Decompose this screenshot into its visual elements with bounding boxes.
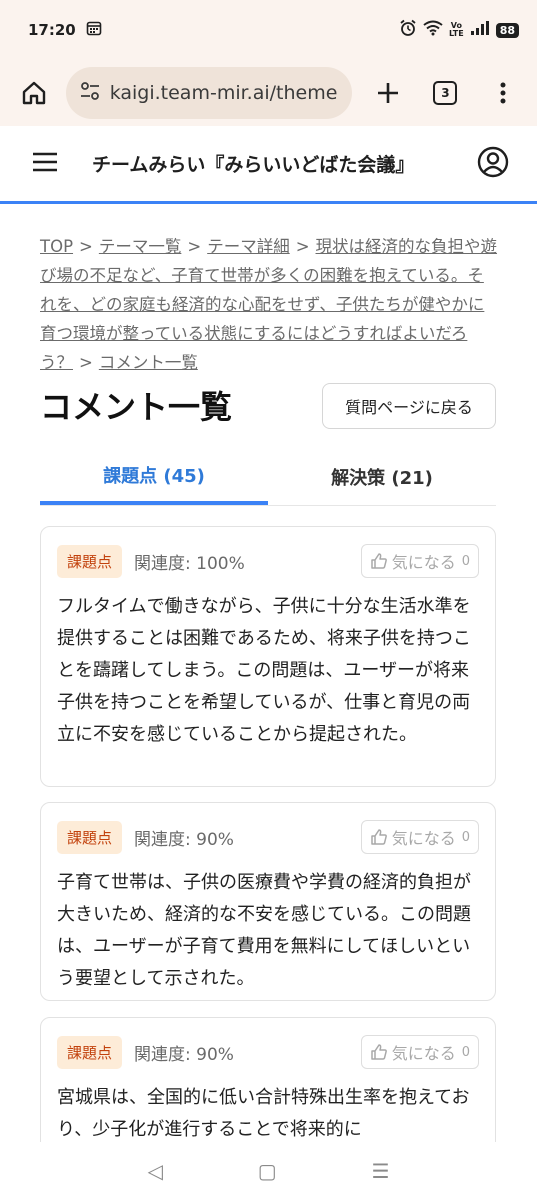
status-bar: 17:20 Vo LTE 88 [0,0,537,60]
comment-text: 子育て世帯は、子供の医療費や学費の経済的負担が大きいため、経済的な不安を感じてい… [57,872,471,989]
page-title: コメント一覧 [40,388,233,426]
interested-count: 0 [461,553,470,569]
plus-icon [377,83,398,103]
home-icon [22,81,46,105]
tab-bar: 課題点 (45) 解決策 (21) [40,448,496,506]
tab-issues[interactable]: 課題点 (45) [40,448,268,505]
relevance-score: 関連度: 90% [134,1044,234,1065]
breadcrumb-separator: > [187,237,202,256]
category-badge: 課題点 [57,820,123,854]
address-bar[interactable]: kaigi.team-mir.ai/themes/e [65,67,352,119]
breadcrumb-theme-list[interactable]: テーマ一覧 [99,237,182,256]
home-button[interactable] [12,71,56,115]
nav-recents-icon[interactable]: ☰ [372,1159,390,1183]
menu-button[interactable] [481,71,525,115]
interested-label: 気になる [391,829,456,848]
browser-toolbar: kaigi.team-mir.ai/themes/e 3 [0,60,537,126]
thumbs-up-icon [370,1044,387,1060]
interested-button[interactable]: 気になる 0 [360,1035,479,1069]
comment-text: フルタイムで働きながら、子供に十分な生活水準を提供することは困難であるため、将来… [57,596,471,745]
tab-switcher-button[interactable]: 3 [424,71,468,115]
relevance-score: 関連度: 100% [134,553,245,574]
interested-count: 0 [461,1044,470,1060]
relevance-score: 関連度: 90% [134,829,234,850]
status-time: 17:20 [28,21,76,39]
interested-label: 気になる [391,553,456,572]
thumbs-up-icon [370,553,387,569]
battery-indicator: 88 [495,22,519,38]
volte-indicator: Vo LTE [448,21,464,38]
breadcrumb-separator: > [79,237,93,256]
interested-button[interactable]: 気になる 0 [360,544,479,578]
interested-label: 気になる [391,1044,456,1063]
more-vertical-icon [500,82,506,104]
comment-text: 宮城県は、全国的に低い合計特殊出生率を抱えており、少子化が進行することで将来的に [57,1087,470,1140]
url-text[interactable]: kaigi.team-mir.ai/themes/e [110,82,338,104]
comment-card: 課題点 関連度: 90% 気になる 0 子育て世帯は、子供の医療費や学費の経済的… [40,802,496,1001]
back-to-question-button[interactable]: 質問ページに戻る [322,383,496,429]
calendar-icon [86,20,102,40]
nav-home-icon[interactable]: ▢ [258,1159,277,1183]
comment-card: 課題点 関連度: 100% 気になる 0 フルタイムで働きながら、子供に十分な生… [40,526,496,787]
category-badge: 課題点 [57,544,123,578]
breadcrumb-comment-list[interactable]: コメント一覧 [99,353,198,372]
tab-solutions[interactable]: 解決策 (21) [268,448,496,505]
nav-back-icon[interactable]: ◁ [147,1159,162,1183]
android-navigation-bar: ◁ ▢ ☰ [0,1142,537,1200]
breadcrumb-top[interactable]: TOP [40,237,73,256]
signal-icon [470,20,490,40]
alarm-icon [399,19,417,41]
site-header: チームみらい『みらいいどばた会議』 [0,126,537,204]
site-settings-icon[interactable] [80,82,100,104]
category-badge: 課題点 [57,1035,123,1069]
breadcrumb: TOP > テーマ一覧 > テーマ詳細 > 現状は経済的な負担や遊び場の不足など、子育て世帯… [40,232,500,377]
interested-button[interactable]: 気になる 0 [360,820,479,854]
breadcrumb-theme-detail[interactable]: テーマ詳細 [207,237,290,256]
site-title[interactable]: チームみらい『みらいいどばた会議』 [92,150,477,177]
wifi-icon [423,20,443,40]
breadcrumb-separator: > [295,237,310,256]
thumbs-up-icon [370,829,387,845]
hamburger-menu-icon[interactable] [32,151,58,177]
tab-count: 3 [433,81,458,105]
interested-count: 0 [461,829,470,845]
new-tab-button[interactable] [366,71,410,115]
breadcrumb-separator: > [79,353,93,372]
user-account-icon[interactable] [477,146,509,182]
breadcrumb-question[interactable]: 現状は経済的な負担や遊び場の不足など、子育て世帯が多くの困難を抱えている。それを… [40,237,497,372]
